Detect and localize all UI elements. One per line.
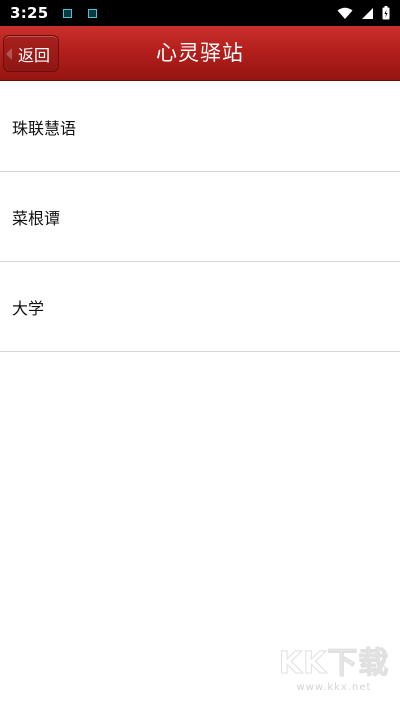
watermark-url: www.kkx.net (296, 682, 372, 693)
status-time: 3:25 (10, 4, 49, 22)
status-icons (337, 6, 390, 20)
watermark: KK下载 www.kkx.net (274, 638, 394, 694)
list-item[interactable]: 大学 (0, 262, 400, 352)
list-item[interactable]: 珠联慧语 (0, 82, 400, 172)
signal-icon (362, 7, 373, 19)
menu-list: 珠联慧语 菜根谭 大学 (0, 82, 400, 352)
page-title: 心灵驿站 (156, 41, 244, 65)
list-item[interactable]: 菜根谭 (0, 172, 400, 262)
notification-icon (87, 8, 97, 18)
wifi-icon (337, 7, 353, 19)
notification-icon (62, 8, 72, 18)
title-bar: 返回 心灵驿站 (0, 26, 400, 81)
status-bar: 3:25 (0, 0, 400, 26)
watermark-logo: KK下载 (278, 646, 390, 682)
battery-icon (382, 6, 390, 20)
